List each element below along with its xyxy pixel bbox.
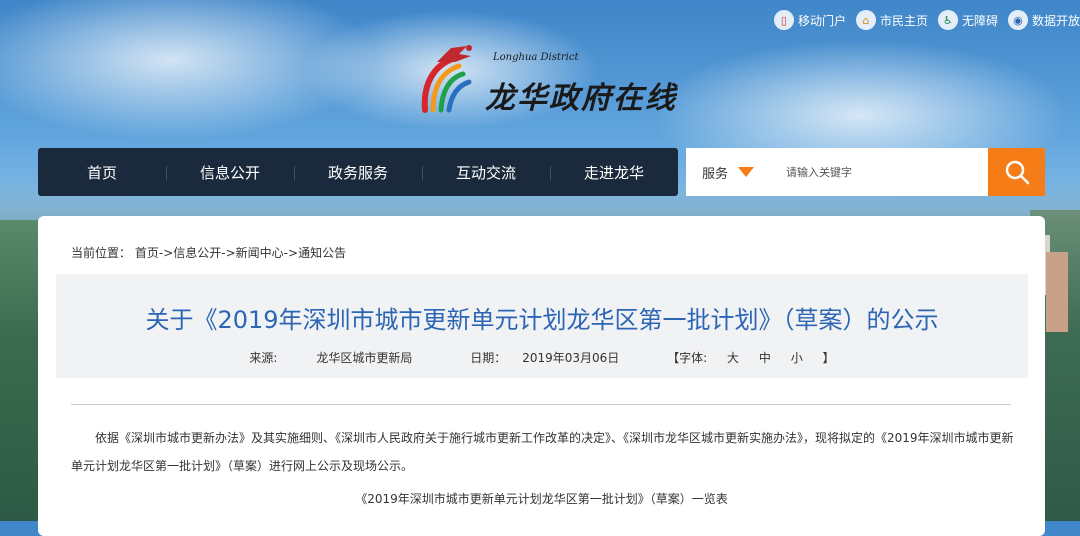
chevron-down-icon[interactable] (738, 167, 755, 177)
top-link-label: 无障碍 (961, 13, 998, 28)
top-link-label: 数据开放 (1031, 13, 1080, 28)
nav-item-about-longhua[interactable]: 走进龙华 (550, 162, 678, 183)
top-links: ▯ 移动门户 ⌂ 市民主页 ♿ 无障碍 ◉ 数据开放 (773, 8, 1080, 32)
top-link-citizen[interactable]: ⌂ 市民主页 (855, 8, 928, 32)
accessibility-icon: ♿ (937, 10, 958, 30)
source-value: 龙华区城市更新局 (316, 351, 413, 365)
breadcrumb-separator: -> (221, 246, 236, 260)
breadcrumb-separator: -> (283, 246, 299, 260)
search-button[interactable] (988, 148, 1045, 196)
top-link-label: 市民主页 (879, 13, 928, 28)
article-title: 关于《2019年深圳市城市更新单元计划龙华区第一批计划》（草案）的公示 (145, 306, 939, 334)
date-label: 日期： (470, 351, 507, 365)
top-link-label: 移动门户 (797, 13, 846, 28)
data-open-icon: ◉ (1007, 10, 1028, 30)
breadcrumb-item-info-disclosure[interactable]: 信息公开 (173, 246, 221, 260)
building-decoration (1046, 252, 1068, 332)
logo-subtitle: Longhua District (493, 52, 579, 63)
breadcrumb-item-notices[interactable]: 通知公告 (298, 246, 346, 260)
content-card: 当前位置： 首页->信息公开->新闻中心->通知公告 关于《2019年深圳市城市… (38, 216, 1045, 536)
search-input[interactable] (784, 164, 959, 180)
search-bar: 服务 (686, 148, 988, 196)
top-link-data[interactable]: ◉ 数据开放 (1007, 8, 1080, 32)
site-logo[interactable]: Longhua District 龙华政府在线 (415, 40, 685, 120)
nav-item-info-disclosure[interactable]: 信息公开 (166, 162, 294, 183)
font-size-small[interactable]: 小 (791, 351, 803, 365)
nav-item-interaction[interactable]: 互动交流 (422, 162, 550, 183)
font-size-large[interactable]: 大 (727, 351, 739, 365)
mobile-portal-icon: ▯ (773, 10, 794, 30)
nav-item-gov-services[interactable]: 政务服务 (294, 162, 422, 183)
table-caption: 《2019年深圳市城市更新单元计划龙华区第一批计划》（草案）一览表 (355, 492, 728, 506)
article-meta: 来源: 龙华区城市更新局 日期： 2019年03月06日 【字体: 大 中 小 】 (56, 349, 1028, 366)
font-size-close: 】 (822, 351, 835, 365)
breadcrumb: 当前位置： 首页->信息公开->新闻中心->通知公告 (71, 244, 346, 261)
search-type-select[interactable]: 服务 (702, 163, 728, 182)
search-icon (1005, 160, 1029, 185)
top-link-accessibility[interactable]: ♿ 无障碍 (937, 8, 998, 32)
date-value: 2019年03月06日 (522, 351, 620, 365)
article-paragraph: 依据《深圳市城市更新办法》及其实施细则、《深圳市人民政府关于施行城市更新工作改革… (71, 431, 1014, 473)
font-size-medium[interactable]: 中 (759, 351, 771, 365)
source-label: 来源: (249, 351, 278, 365)
article-header: 关于《2019年深圳市城市更新单元计划龙华区第一批计划》（草案）的公示 来源: … (56, 274, 1028, 378)
logo-title: 龙华政府在线 (485, 81, 677, 116)
divider (71, 404, 1011, 405)
main-nav: 首页 信息公开 政务服务 互动交流 走进龙华 (38, 148, 678, 196)
breadcrumb-prefix: 当前位置： (71, 246, 132, 260)
nav-item-home[interactable]: 首页 (38, 162, 166, 183)
font-size-label: 【字体: (667, 351, 708, 365)
top-link-mobile[interactable]: ▯ 移动门户 (773, 8, 846, 32)
breadcrumb-item-home[interactable]: 首页 (135, 246, 159, 260)
logo-mark-icon (421, 45, 472, 113)
home-icon: ⌂ (855, 10, 876, 30)
breadcrumb-item-news-center[interactable]: 新闻中心 (236, 246, 284, 260)
breadcrumb-separator: -> (158, 246, 174, 260)
